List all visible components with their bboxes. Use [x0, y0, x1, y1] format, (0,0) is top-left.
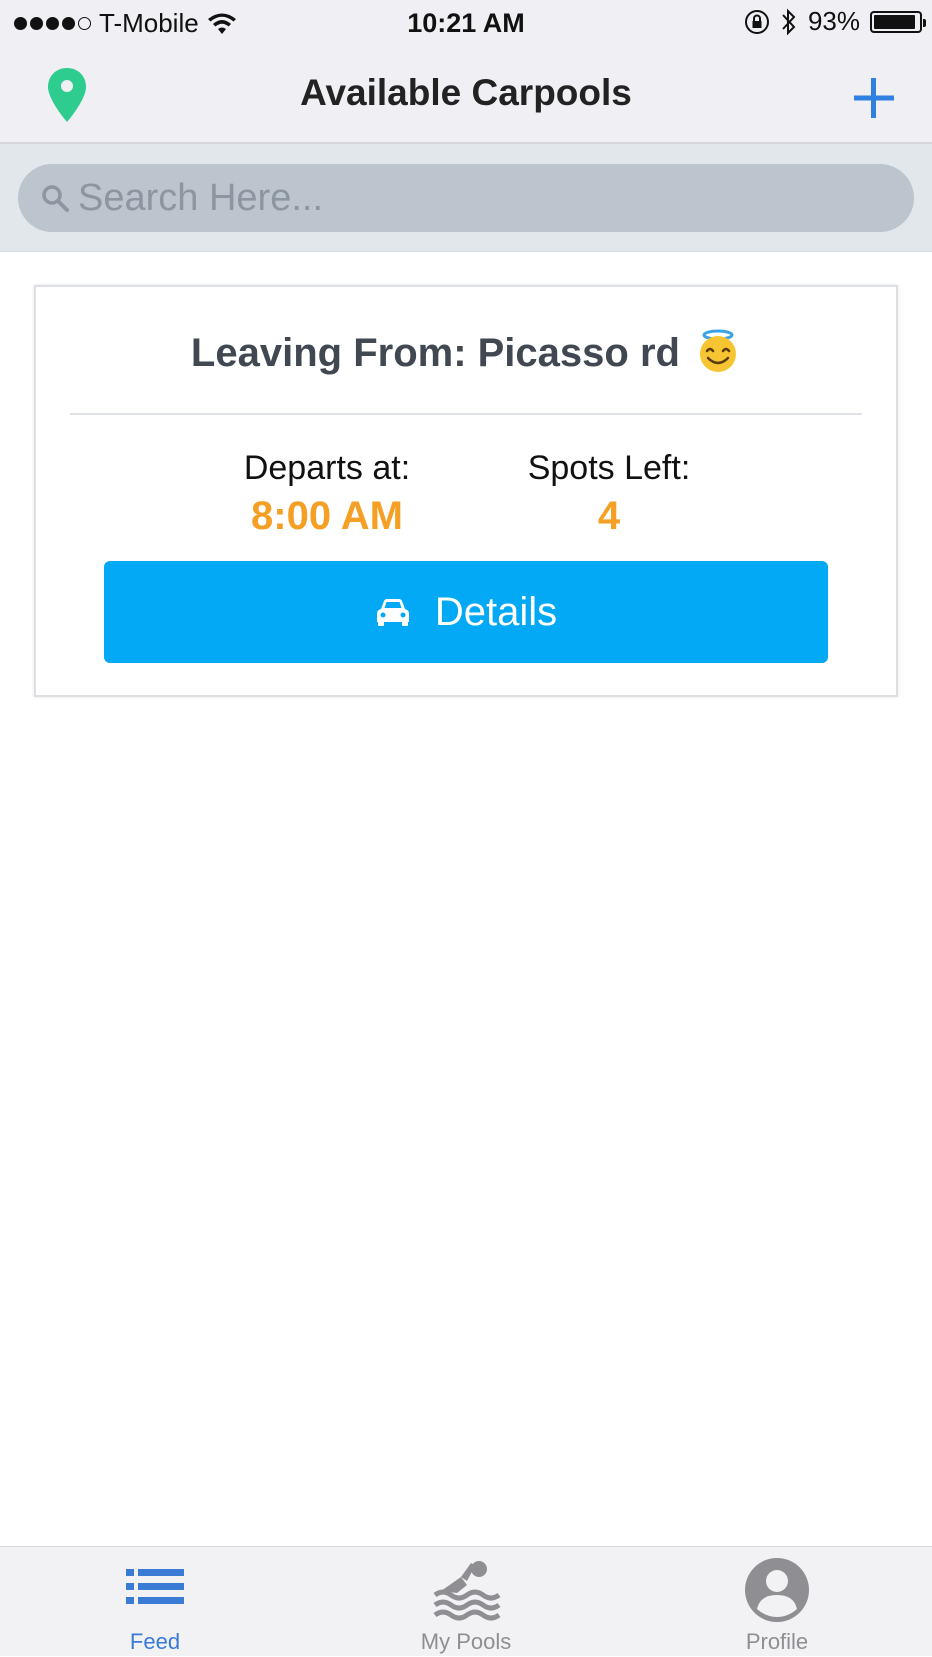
tab-profile[interactable]: Profile	[622, 1547, 932, 1657]
tab-feed-label: Feed	[129, 1629, 181, 1654]
tab-bar: Feed My Pools Profile	[0, 1546, 932, 1656]
battery-percent: 93%	[807, 6, 860, 36]
card-divider	[70, 413, 862, 415]
nav-bar: Available Carpools	[0, 46, 932, 144]
leaving-from-text: Leaving From: Picasso rd	[190, 331, 680, 375]
search-bar	[0, 144, 932, 252]
page-title: Available Carpools	[300, 72, 632, 113]
carpool-origin: Leaving From: Picasso rd	[36, 329, 896, 378]
tab-feed[interactable]: Feed	[0, 1547, 310, 1657]
tab-my-pools[interactable]: My Pools	[311, 1547, 621, 1657]
status-left: T-Mobile	[14, 8, 237, 39]
car-icon	[376, 599, 409, 626]
status-right: 93%	[744, 6, 926, 37]
departs-label: Departs at:	[243, 449, 411, 487]
bluetooth-icon	[782, 8, 796, 35]
tab-profile-label: Profile	[745, 1629, 809, 1654]
search-icon	[42, 185, 69, 212]
departs-info: Departs at: 8:00 AM	[187, 449, 467, 539]
spots-info: Spots Left: 4	[469, 449, 749, 539]
search-input[interactable]	[76, 175, 880, 221]
departs-value: 8:00 AM	[251, 494, 403, 538]
smiling-face-with-halo-icon	[700, 329, 737, 373]
tab-my-pools-label: My Pools	[420, 1629, 512, 1654]
wifi-icon	[207, 13, 236, 34]
status-bar: T-Mobile 10:21 AM 93%	[0, 0, 932, 46]
signal-strength-icon	[14, 17, 91, 30]
carrier-name: T-Mobile	[99, 8, 199, 38]
carpool-card: Leaving From: Picasso rd Departs at: 8:0…	[34, 285, 898, 697]
spots-value: 4	[597, 494, 621, 538]
plus-icon[interactable]	[854, 78, 894, 118]
battery-icon	[870, 10, 926, 33]
spots-label: Spots Left:	[527, 449, 691, 487]
user-icon	[745, 1558, 809, 1622]
search-field[interactable]	[18, 164, 914, 232]
details-button[interactable]: Details	[104, 561, 828, 663]
orientation-lock-icon	[744, 9, 769, 34]
details-label: Details	[434, 589, 558, 634]
swimmer-icon	[433, 1561, 501, 1621]
list-icon	[126, 1569, 184, 1604]
